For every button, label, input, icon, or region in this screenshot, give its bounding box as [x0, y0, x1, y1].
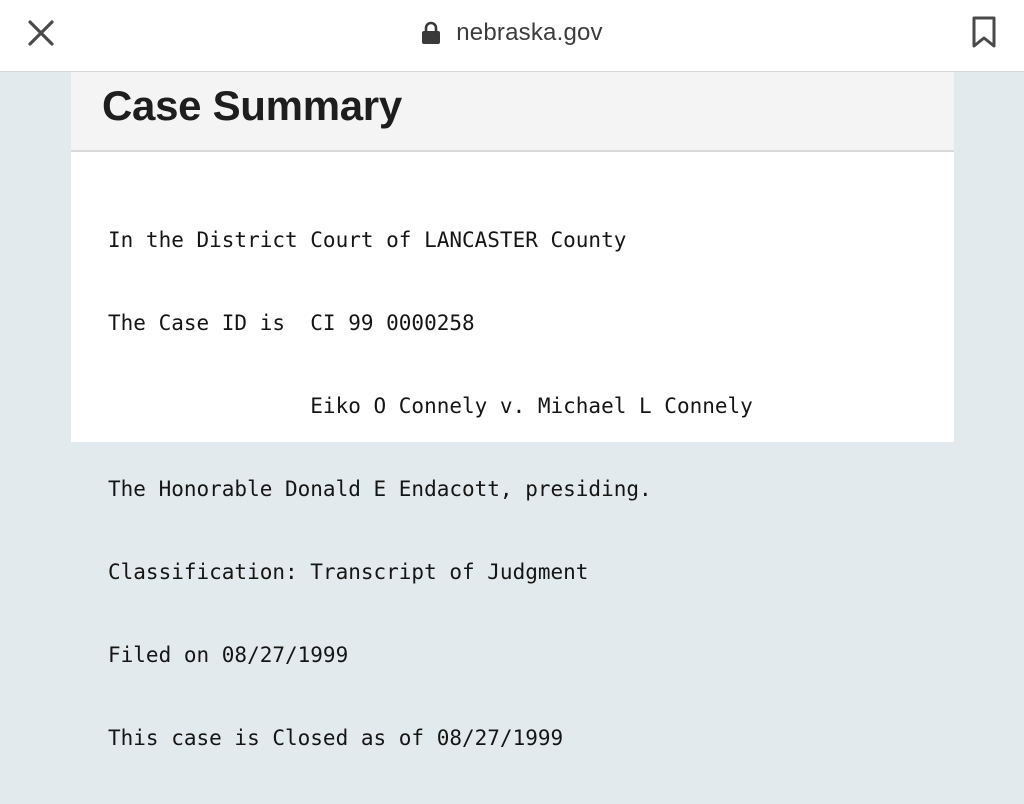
court-line: In the District Court of LANCASTER Count…	[108, 228, 627, 252]
case-details: In the District Court of LANCASTER Count…	[108, 175, 753, 804]
page-title: Case Summary	[102, 82, 402, 129]
classification-line: Classification: Transcript of Judgment	[108, 560, 589, 584]
lock-icon	[421, 21, 441, 45]
filed-date-line: Filed on 08/27/1999	[108, 643, 349, 667]
case-summary-panel: Case Summary In the District Court of LA…	[71, 72, 954, 750]
case-summary-header: Case Summary	[71, 72, 954, 152]
bookmark-button[interactable]	[966, 12, 1002, 52]
browser-toolbar: nebraska.gov	[0, 0, 1024, 72]
parties-line: Eiko O Connely v. Michael L Connely	[108, 394, 753, 418]
closed-status-line: This case is Closed as of 08/27/1999	[108, 726, 564, 750]
judge-line: The Honorable Donald E Endacott, presidi…	[108, 477, 652, 501]
bookmark-icon	[972, 16, 996, 48]
address-bar[interactable]: nebraska.gov	[0, 16, 1024, 50]
case-id-line: The Case ID is CI 99 0000258	[108, 311, 475, 335]
url-text: nebraska.gov	[456, 19, 603, 46]
